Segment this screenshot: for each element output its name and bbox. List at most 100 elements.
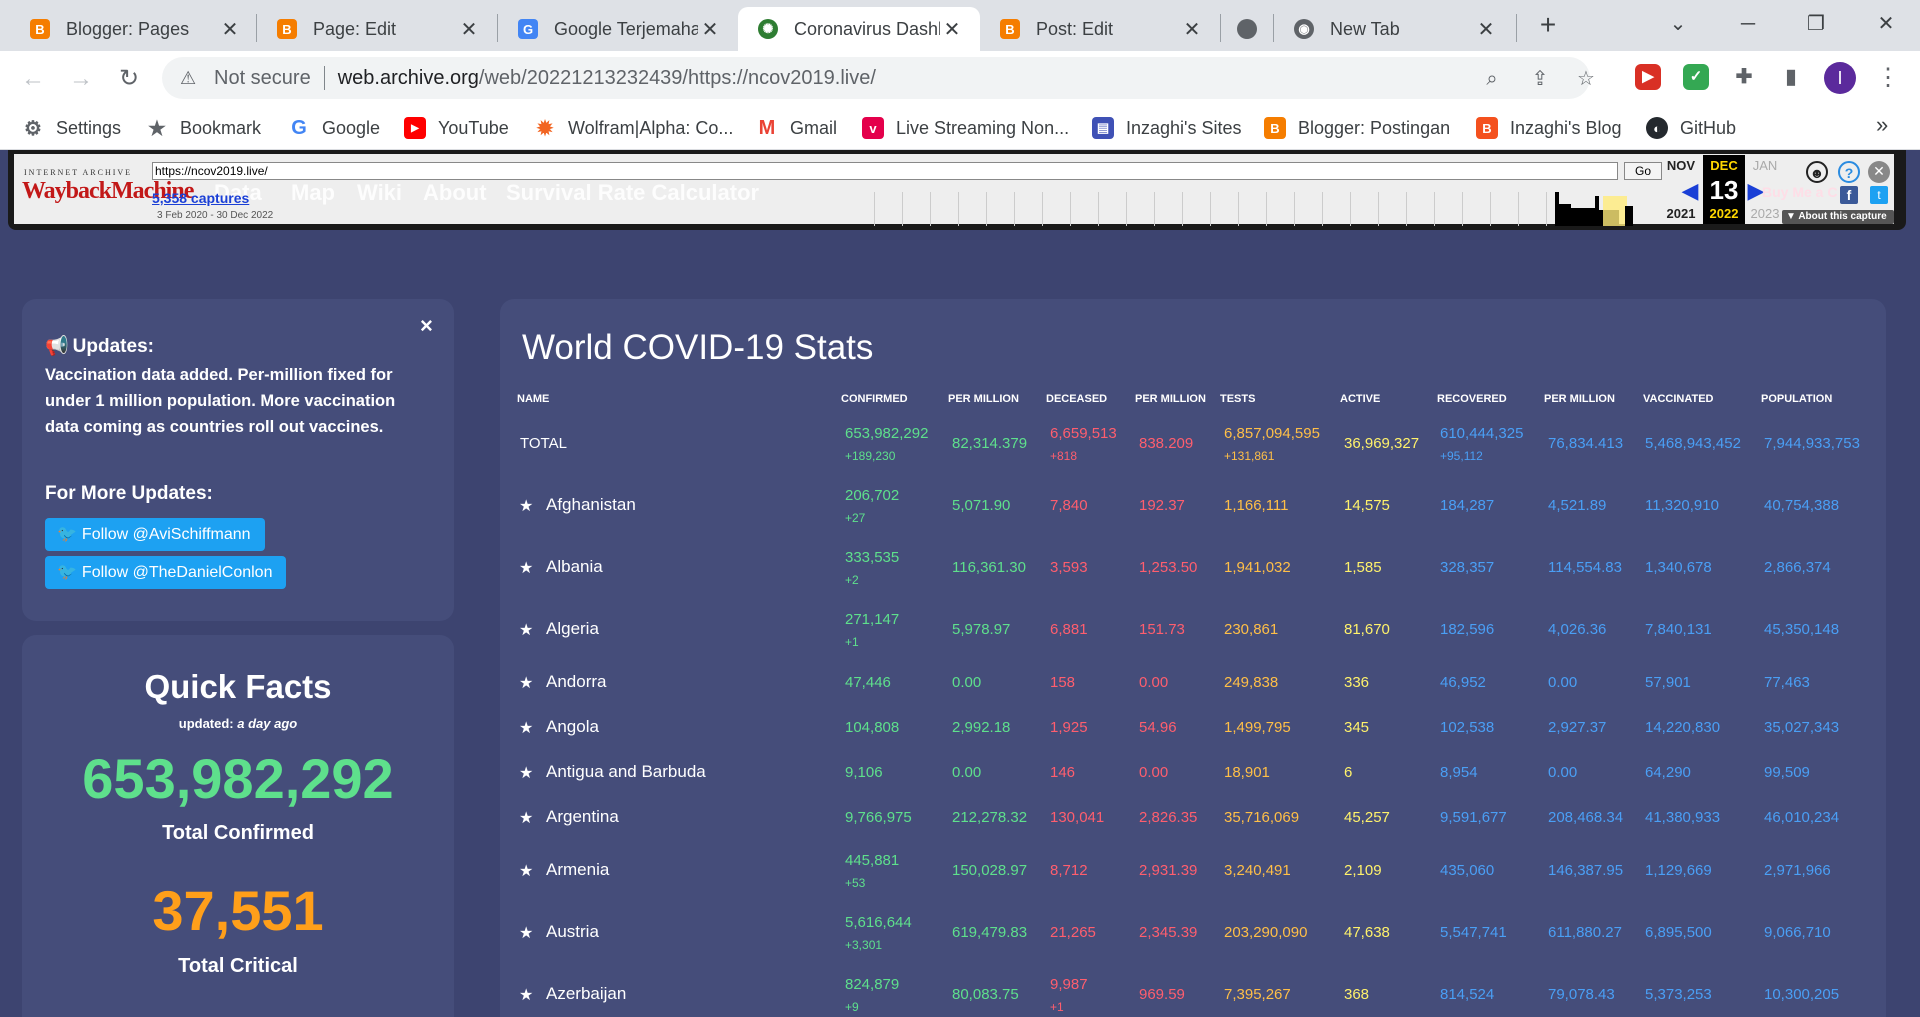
header-col-active[interactable]: ACTIVE xyxy=(1340,393,1380,405)
favorite-star-icon[interactable]: ★ xyxy=(519,620,533,640)
header-col-recovered-per-million[interactable]: PER MILLION xyxy=(1544,393,1615,405)
bookmark-google[interactable]: G Google xyxy=(288,114,380,142)
country-name[interactable]: Austria xyxy=(546,922,599,942)
menu-icon[interactable]: ⋮ xyxy=(1876,62,1900,94)
bookmark-wolfram[interactable]: ✹ Wolfram|Alpha: Co... xyxy=(534,114,734,142)
sidepanel-icon[interactable]: ▮ xyxy=(1778,64,1804,90)
country-name[interactable]: Albania xyxy=(546,557,603,577)
follow-avi-button[interactable]: 🐦 Follow @AviSchiffmann xyxy=(45,518,265,551)
bookmark-vidio[interactable]: v Live Streaming Non... xyxy=(862,114,1069,142)
header-col-tests[interactable]: TESTS xyxy=(1220,393,1255,405)
country-name[interactable]: TOTAL xyxy=(520,435,567,452)
header-col-population[interactable]: POPULATION xyxy=(1761,393,1832,405)
country-name[interactable]: Antigua and Barbuda xyxy=(546,762,706,782)
help-icon[interactable]: ? xyxy=(1838,161,1860,183)
minimize-button[interactable]: ─ xyxy=(1728,8,1768,40)
bookmark-blogger-postingan[interactable]: B Blogger: Postingan xyxy=(1264,114,1450,142)
favorite-star-icon[interactable]: ★ xyxy=(519,861,533,881)
sparkline-bar xyxy=(1571,208,1595,226)
extension-red-icon[interactable]: ▶ xyxy=(1635,64,1661,90)
tab-google-translate[interactable]: G Google Terjemaha ✕ xyxy=(498,7,738,51)
header-col-confirmed[interactable]: CONFIRMED xyxy=(841,393,908,405)
wayback-go-button[interactable]: Go xyxy=(1624,162,1662,180)
twitter-icon[interactable]: t xyxy=(1870,186,1888,204)
prev-year-label[interactable]: 2021 xyxy=(1660,206,1702,221)
close-icon[interactable]: ✕ xyxy=(940,17,964,41)
country-name[interactable]: Armenia xyxy=(546,860,609,880)
zoom-icon[interactable]: ⌕ xyxy=(1480,67,1504,91)
about-capture-button[interactable]: ▼ About this capture xyxy=(1782,210,1894,224)
bookmark-youtube[interactable]: ▶ YouTube xyxy=(404,114,509,142)
country-name[interactable]: Andorra xyxy=(546,672,606,692)
header-col-vaccinated[interactable]: VACCINATED xyxy=(1643,393,1713,405)
buy-me-coffee-ghost[interactable]: Buy Me a C xyxy=(1762,184,1837,200)
favorite-star-icon[interactable]: ★ xyxy=(519,496,533,516)
next-year-label[interactable]: 2023 xyxy=(1744,206,1786,221)
close-window-button[interactable]: ✕ xyxy=(1866,8,1906,40)
forward-button[interactable]: → xyxy=(66,64,96,94)
close-icon[interactable]: ✕ xyxy=(457,17,481,41)
site-nav-map[interactable]: Map xyxy=(291,180,335,206)
tab-coronavirus-dashboard[interactable]: ✺ Coronavirus Dashb ✕ xyxy=(738,7,980,51)
close-icon[interactable]: ✕ xyxy=(698,17,722,41)
site-nav-survival-calc[interactable]: Survival Rate Calculator xyxy=(506,180,759,206)
captures-link[interactable]: 5,358 captures xyxy=(152,190,249,206)
facebook-icon[interactable]: f xyxy=(1840,186,1858,204)
tab-page-edit[interactable]: B Page: Edit ✕ xyxy=(257,7,497,51)
close-icon[interactable]: ✕ xyxy=(218,17,242,41)
country-name[interactable]: Argentina xyxy=(546,807,619,827)
country-name[interactable]: Algeria xyxy=(546,619,599,639)
close-icon[interactable]: ✕ xyxy=(1180,17,1204,41)
country-name[interactable]: Angola xyxy=(546,717,599,737)
site-nav-about[interactable]: About xyxy=(423,180,487,206)
follow-daniel-button[interactable]: 🐦 Follow @TheDanielConlon xyxy=(45,556,287,589)
extension-shield-icon[interactable]: ✓ xyxy=(1683,64,1709,90)
prev-capture-arrow-icon[interactable]: ◀ xyxy=(1680,178,1700,203)
tab-new-tab[interactable]: ◉ New Tab ✕ xyxy=(1274,7,1514,51)
tab-post-edit[interactable]: B Post: Edit ✕ xyxy=(980,7,1220,51)
favorite-star-icon[interactable]: ★ xyxy=(519,718,533,738)
tab-search-icon[interactable]: ⌄ xyxy=(1658,8,1698,40)
favorite-star-icon[interactable]: ★ xyxy=(519,808,533,828)
bookmark-gmail[interactable]: M Gmail xyxy=(756,114,837,142)
puzzle-icon[interactable]: ✚ xyxy=(1731,64,1757,90)
wayback-logo[interactable]: WaybackMachine xyxy=(22,178,194,208)
capture-sparkline[interactable] xyxy=(874,192,1634,226)
favorite-star-icon[interactable]: ★ xyxy=(519,763,533,783)
country-name[interactable]: Afghanistan xyxy=(546,495,636,515)
new-tab-button[interactable]: + xyxy=(1532,10,1564,42)
prev-month-label[interactable]: NOV xyxy=(1660,158,1702,173)
account-icon[interactable]: ☻ xyxy=(1806,161,1828,183)
next-month-label[interactable]: JAN xyxy=(1744,158,1786,173)
header-col-deceased-per-million[interactable]: PER MILLION xyxy=(1135,393,1206,405)
address-bar[interactable]: ⚠ Not secure web.archive.org/web/2022121… xyxy=(162,57,1595,99)
close-updates-button[interactable]: × xyxy=(420,313,433,339)
more-bookmarks-icon[interactable]: » xyxy=(1876,112,1888,138)
close-icon[interactable]: ✕ xyxy=(1474,17,1498,41)
favorite-star-icon[interactable]: ★ xyxy=(519,558,533,578)
bookmark-github[interactable]: ◐ GitHub xyxy=(1646,114,1736,142)
bookmark-bookmark[interactable]: ★ Bookmark xyxy=(146,114,261,142)
bookmark-settings[interactable]: ⚙ Settings xyxy=(22,114,121,142)
bookmark-star-icon[interactable]: ☆ xyxy=(1574,67,1598,91)
wayback-url-input[interactable]: https://ncov2019.live/ xyxy=(152,162,1618,180)
tab-pinned[interactable] xyxy=(1221,7,1273,51)
close-toolbar-icon[interactable]: ✕ xyxy=(1868,161,1890,183)
header-col-deceased[interactable]: DECEASED xyxy=(1046,393,1107,405)
favorite-star-icon[interactable]: ★ xyxy=(519,673,533,693)
header-col-name[interactable]: NAME xyxy=(517,393,549,405)
favorite-star-icon[interactable]: ★ xyxy=(519,985,533,1005)
reload-button[interactable]: ↻ xyxy=(114,64,144,94)
back-button[interactable]: ← xyxy=(18,64,48,94)
bookmark-inzaghis-sites[interactable]: ▤ Inzaghi's Sites xyxy=(1092,114,1242,142)
site-nav-wiki[interactable]: Wiki xyxy=(357,180,402,206)
tab-blogger-pages[interactable]: B Blogger: Pages ✕ xyxy=(10,7,258,51)
bookmark-inzaghis-blog[interactable]: B Inzaghi's Blog xyxy=(1476,114,1622,142)
share-icon[interactable]: ⇪ xyxy=(1528,67,1552,91)
header-col-recovered[interactable]: RECOVERED xyxy=(1437,393,1507,405)
restore-button[interactable]: ❐ xyxy=(1796,8,1836,40)
country-name[interactable]: Azerbaijan xyxy=(546,984,626,1004)
profile-avatar[interactable]: I xyxy=(1824,62,1856,94)
header-col-per-million[interactable]: PER MILLION xyxy=(948,393,1019,405)
favorite-star-icon[interactable]: ★ xyxy=(519,923,533,943)
